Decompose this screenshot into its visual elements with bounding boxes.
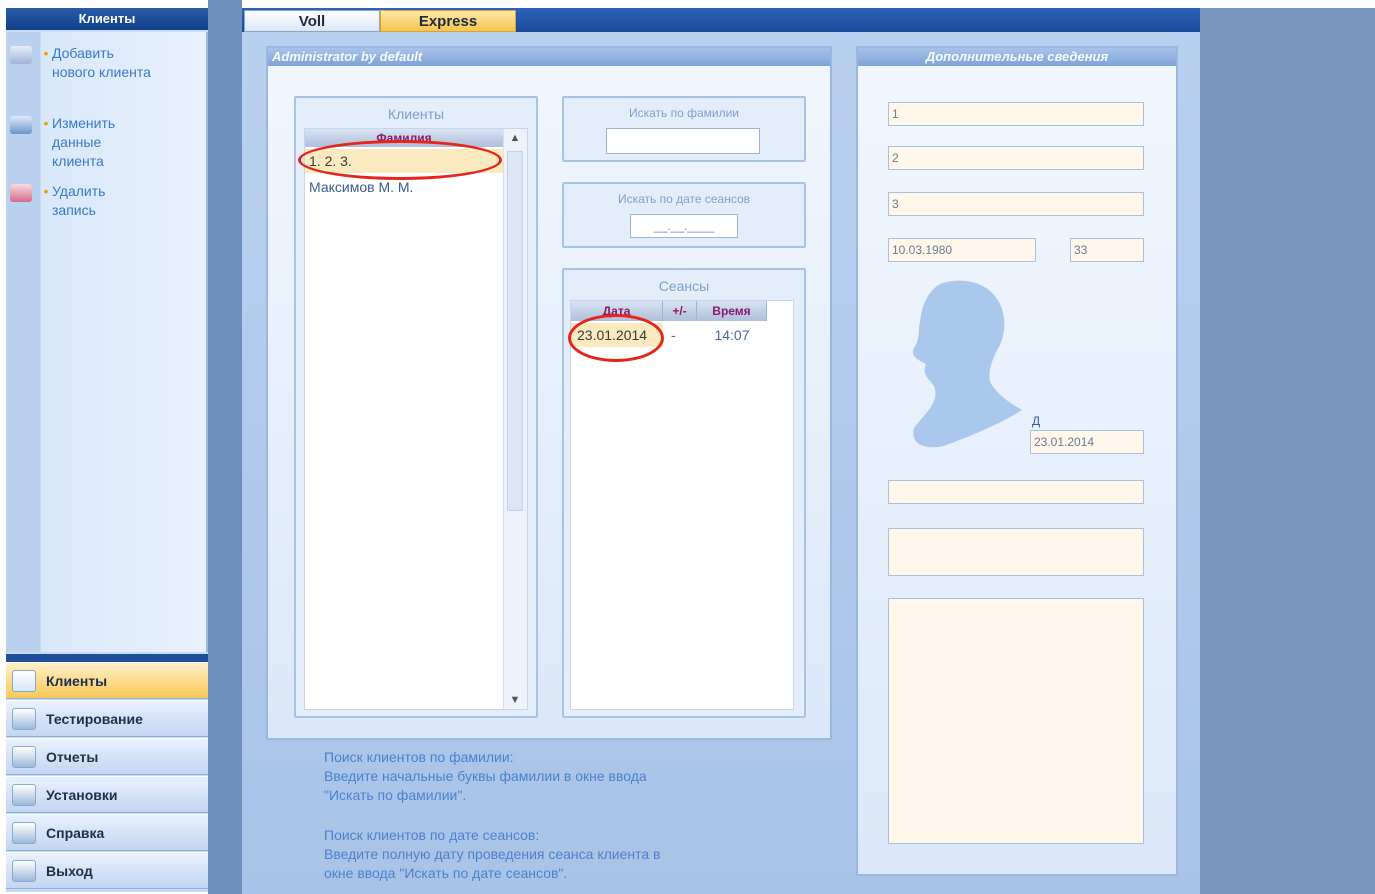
delete-record-task[interactable]: • Удалить запись bbox=[10, 182, 200, 220]
task-label: Добавить нового клиента bbox=[52, 45, 151, 80]
settings-icon bbox=[12, 783, 36, 806]
plus-minus-column-header[interactable]: +/- bbox=[663, 301, 697, 321]
background-area bbox=[1200, 8, 1375, 894]
left-navigation: Клиенты • Добавить нового клиента • Изме… bbox=[6, 8, 208, 892]
nav-splitter[interactable] bbox=[6, 654, 208, 662]
admin-group: Administrator by default Клиенты Фамилия… bbox=[266, 46, 832, 740]
admin-group-title: Administrator by default bbox=[268, 48, 830, 66]
annotation-circle bbox=[298, 140, 502, 180]
time-column-header[interactable]: Время bbox=[697, 301, 767, 321]
sessions-grid[interactable]: Дата +/- Время 23.01.2014 - 14:07 bbox=[570, 300, 794, 710]
scroll-down-icon[interactable]: ▼ bbox=[504, 691, 526, 709]
clients-box-title: Клиенты bbox=[387, 106, 445, 122]
testing-icon bbox=[12, 707, 36, 730]
panel-divider bbox=[208, 0, 242, 894]
session-date-field[interactable]: 23.01.2014 bbox=[1030, 430, 1144, 454]
session-pm-cell[interactable]: - bbox=[665, 323, 697, 347]
scroll-up-icon[interactable]: ▲ bbox=[504, 129, 526, 147]
birthdate-field[interactable]: 10.03.1980 bbox=[888, 238, 1036, 262]
add-user-icon bbox=[10, 46, 32, 64]
main-content: Voll Express Administrator by default Кл… bbox=[242, 8, 1200, 894]
help-icon bbox=[12, 821, 36, 844]
session-time-cell[interactable]: 14:07 bbox=[697, 323, 767, 347]
edit-user-icon bbox=[10, 116, 32, 134]
tab-voll[interactable]: Voll bbox=[244, 10, 380, 32]
additional-info-group: Дополнительные сведения 1 2 3 10.03.1980… bbox=[856, 46, 1178, 876]
age-field[interactable]: 33 bbox=[1070, 238, 1144, 262]
nav-button-help[interactable]: Справка bbox=[6, 814, 208, 851]
reports-icon bbox=[12, 745, 36, 768]
clients-icon bbox=[12, 669, 36, 692]
d-label: Д bbox=[1032, 414, 1041, 428]
search-surname-input[interactable] bbox=[606, 128, 760, 154]
edit-client-task[interactable]: • Изменить данные клиента bbox=[10, 114, 200, 171]
exit-icon bbox=[12, 859, 36, 882]
info-field-3[interactable]: 3 bbox=[888, 192, 1144, 216]
info-field-1[interactable]: 1 bbox=[888, 102, 1144, 126]
task-label: Удалить запись bbox=[52, 183, 106, 218]
notes-field[interactable] bbox=[888, 598, 1144, 844]
nav-header: Клиенты bbox=[6, 8, 208, 30]
nav-button-clients[interactable]: Клиенты bbox=[6, 662, 208, 699]
nav-button-reports[interactable]: Отчеты bbox=[6, 738, 208, 775]
clients-box: Клиенты Фамилия 1. 2. 3. Максимов М. М. … bbox=[294, 96, 538, 718]
info-field-5[interactable] bbox=[888, 528, 1144, 576]
nav-button-settings[interactable]: Установки bbox=[6, 776, 208, 813]
search-by-date-title: Искать по дате сеансов bbox=[617, 192, 751, 206]
delete-record-icon bbox=[10, 184, 32, 202]
sessions-box: Сеансы Дата +/- Время 23.01.2014 - 14:07 bbox=[562, 268, 806, 718]
info-field-4[interactable] bbox=[888, 480, 1144, 504]
sessions-box-title: Сеансы bbox=[658, 278, 710, 294]
app-window: Клиенты • Добавить нового клиента • Изме… bbox=[0, 0, 1375, 894]
help-surname-search: Поиск клиентов по фамилии: Введите начал… bbox=[324, 749, 647, 803]
clients-list[interactable]: Фамилия 1. 2. 3. Максимов М. М. ▲ ▼ bbox=[304, 128, 528, 710]
tab-express[interactable]: Express bbox=[380, 10, 516, 32]
annotation-circle bbox=[568, 314, 664, 362]
nav-button-exit[interactable]: Выход bbox=[6, 852, 208, 889]
task-label: Изменить данные клиента bbox=[52, 115, 116, 169]
search-by-surname-title: Искать по фамилии bbox=[628, 106, 740, 120]
search-by-date-box: Искать по дате сеансов __.__.____ bbox=[562, 182, 806, 248]
nav-button-testing[interactable]: Тестирование bbox=[6, 700, 208, 737]
help-date-search: Поиск клиентов по дате сеансов: Введите … bbox=[324, 827, 661, 881]
tab-bar: Voll Express bbox=[242, 8, 1200, 32]
search-by-surname-box: Искать по фамилии bbox=[562, 96, 806, 162]
additional-info-title: Дополнительные сведения bbox=[858, 48, 1176, 66]
info-field-2[interactable]: 2 bbox=[888, 146, 1144, 170]
scroll-thumb[interactable] bbox=[507, 151, 523, 511]
task-panel: • Добавить нового клиента • Изменить дан… bbox=[6, 32, 208, 652]
search-date-input[interactable]: __.__.____ bbox=[630, 214, 738, 238]
person-silhouette-icon bbox=[912, 280, 1022, 448]
add-client-task[interactable]: • Добавить нового клиента bbox=[10, 44, 200, 82]
clients-scrollbar[interactable]: ▲ ▼ bbox=[503, 129, 527, 709]
